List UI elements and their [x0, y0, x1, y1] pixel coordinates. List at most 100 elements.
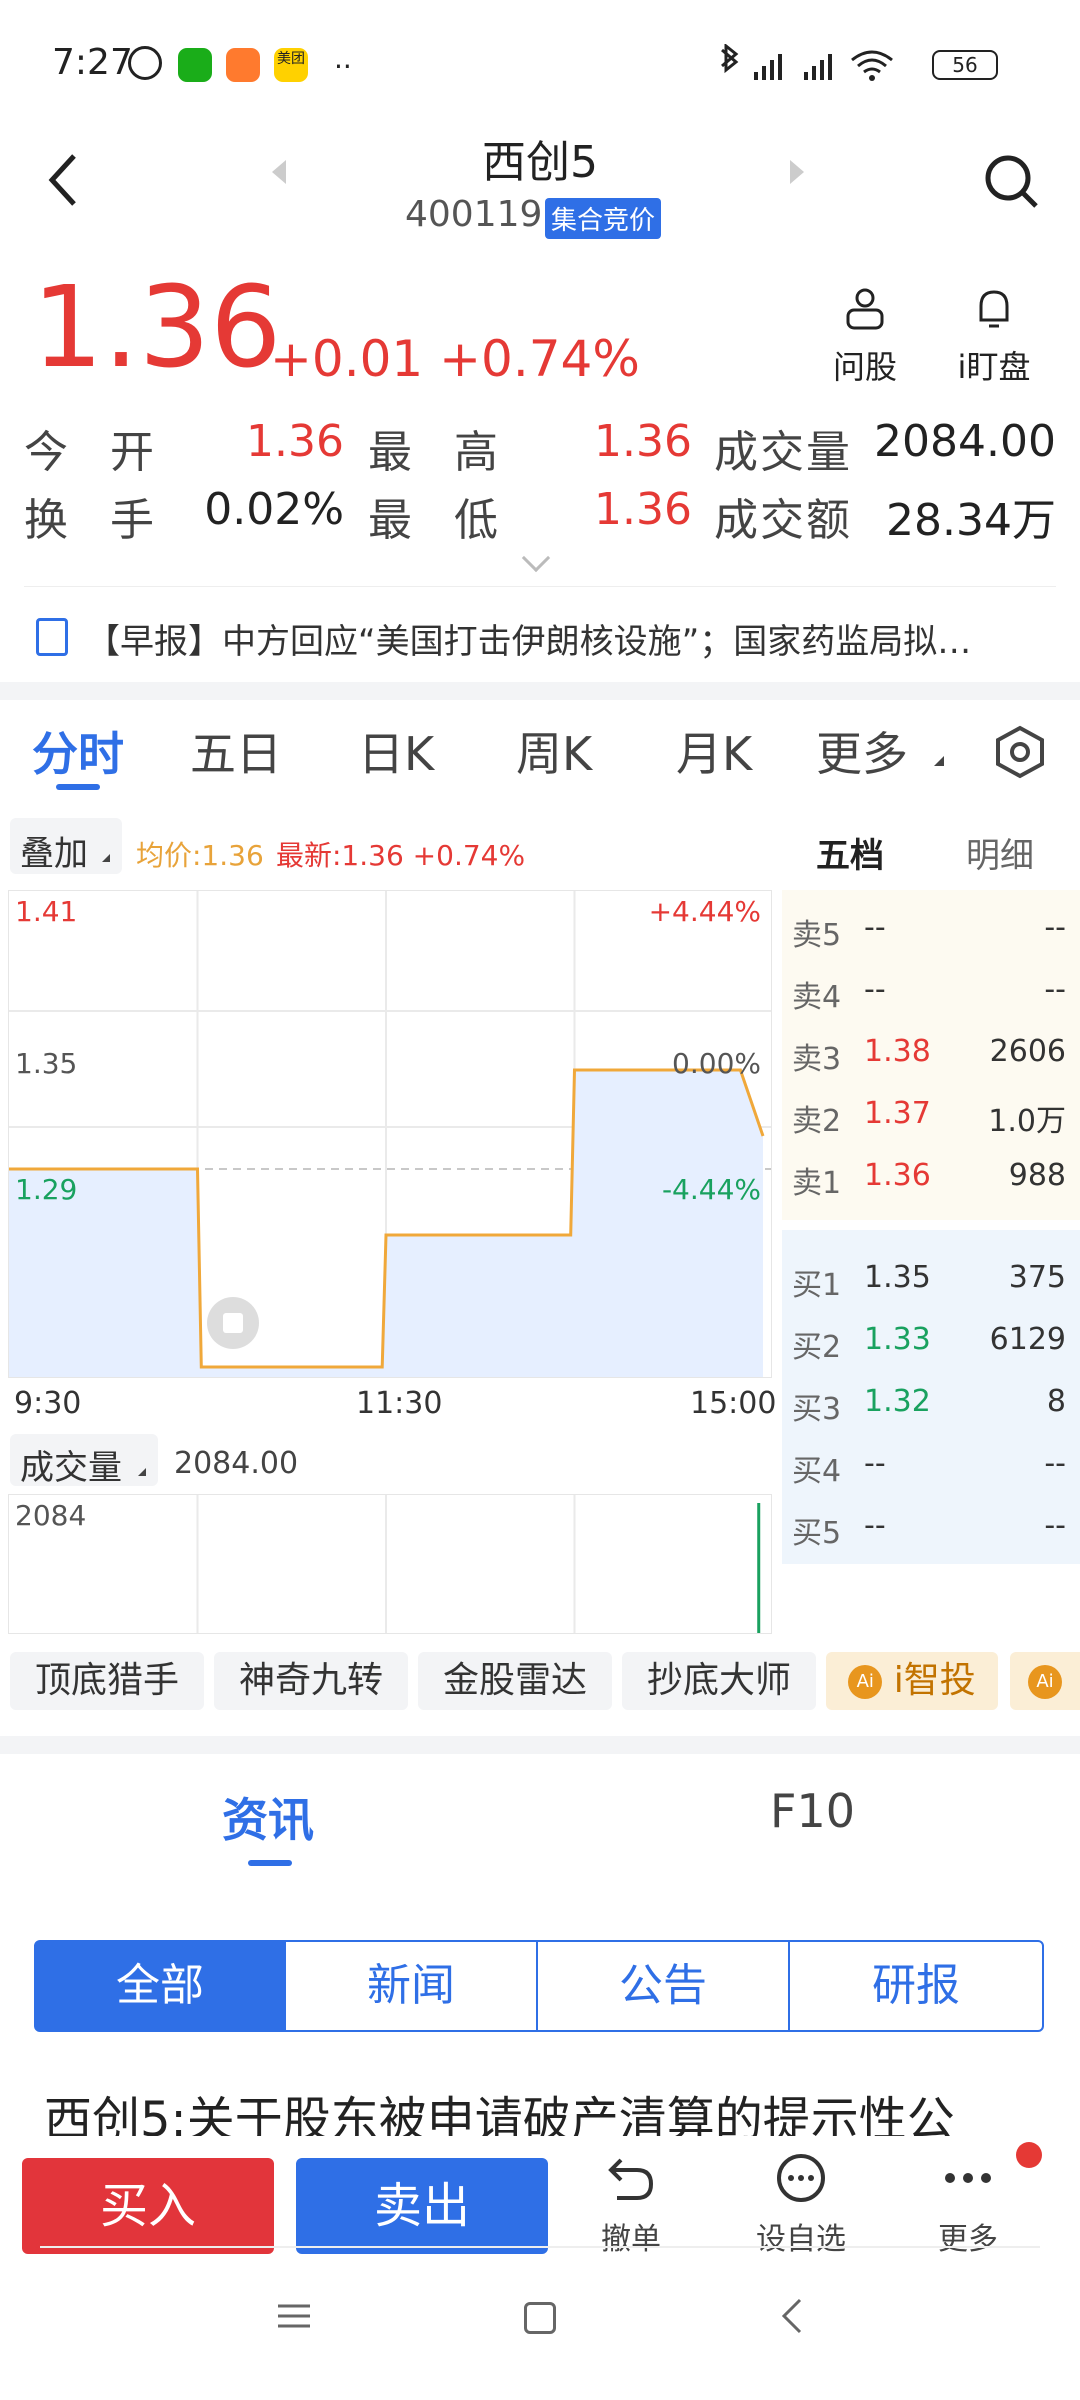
ob-level-label: 买2: [792, 1330, 842, 1365]
tab-order-book[interactable]: 五档: [816, 828, 884, 877]
status-time: 7:27: [52, 42, 133, 83]
ask-row[interactable]: 卖4 -- --: [782, 960, 1080, 1022]
more-dots-icon: [945, 2173, 991, 2183]
x-tick-label: 11:30: [356, 1386, 443, 1421]
tab-daily-k[interactable]: 日K: [358, 718, 434, 784]
ask-row[interactable]: 卖2 1.37 1.0万: [782, 1084, 1080, 1146]
section-divider: [0, 1736, 1080, 1754]
segment-news[interactable]: 新闻: [284, 1940, 538, 2032]
change-amount: +0.01: [270, 330, 424, 388]
add-watchlist-button[interactable]: 设自选: [746, 2150, 856, 2258]
tool-ai-next[interactable]: Ai: [1010, 1652, 1080, 1710]
latest-price: 最新:1.36 +0.74%: [276, 839, 526, 872]
y-tick-label-right: +4.44%: [649, 895, 761, 928]
settings-hexagon-icon[interactable]: [992, 724, 1048, 780]
tool-ai-invest[interactable]: Ai i智投: [826, 1652, 998, 1710]
signal-hd-icon: [754, 54, 782, 80]
tab-more[interactable]: 更多: [816, 718, 908, 784]
tab-trade-detail[interactable]: 明细: [966, 828, 1034, 877]
tool-ai-invest-label: i智投: [893, 1660, 976, 1701]
avg-price: 均价:1.36: [136, 839, 264, 872]
overlay-button[interactable]: 叠加: [10, 818, 122, 874]
article-title[interactable]: 西创5:关于股东被申请破产清算的提示性公: [44, 2080, 1054, 2136]
change-percent: +0.74%: [439, 330, 640, 388]
turnover-label: 换 手: [24, 495, 168, 546]
tool-top-bottom-hunter[interactable]: 顶底猎手: [10, 1652, 204, 1710]
ask-row[interactable]: 卖1 1.36 988: [782, 1146, 1080, 1208]
back-nav-icon[interactable]: [772, 2296, 812, 2336]
ask-row[interactable]: 卖3 1.38 2606: [782, 1022, 1080, 1084]
chat-dots-icon: [777, 2154, 825, 2202]
ask-row[interactable]: 卖5 -- --: [782, 898, 1080, 960]
ob-price: 1.33: [864, 1322, 931, 1357]
buy-button[interactable]: 买入: [22, 2158, 274, 2254]
segment-all[interactable]: 全部: [34, 1940, 286, 2032]
volume-max-label: 2084: [15, 1499, 86, 1532]
intraday-chart[interactable]: 1.41 1.35 1.29 +4.44% 0.00% -4.44%: [8, 890, 772, 1378]
next-stock-icon[interactable]: [790, 160, 804, 184]
bid-row[interactable]: 买1 1.35 375: [782, 1248, 1080, 1310]
ob-volume: 8: [1046, 1384, 1066, 1419]
tool-golden-radar[interactable]: 金股雷达: [418, 1652, 612, 1710]
bid-row[interactable]: 买5 -- --: [782, 1496, 1080, 1558]
document-icon: [36, 618, 68, 656]
menu-icon[interactable]: [274, 2296, 314, 2336]
alarm-icon: [128, 46, 162, 80]
amount-value: 28.34万: [886, 495, 1056, 546]
ob-volume: 6129: [989, 1322, 1066, 1357]
news-ticker[interactable]: 【早报】中方回应“美国打击伊朗核设施”；国家药监局拟…: [0, 600, 1080, 672]
cancel-order-button[interactable]: 撤单: [586, 2150, 676, 2258]
ask-stock-button[interactable]: 问股: [820, 284, 910, 388]
ob-volume: 375: [1008, 1260, 1066, 1295]
bid-row[interactable]: 买4 -- --: [782, 1434, 1080, 1496]
tool-bottom-master[interactable]: 抄底大师: [622, 1652, 816, 1710]
ob-volume: --: [1044, 1446, 1066, 1481]
volume-selector[interactable]: 成交量: [10, 1434, 158, 1488]
bid-row[interactable]: 买2 1.33 6129: [782, 1310, 1080, 1372]
expand-chevron-icon[interactable]: [521, 543, 551, 573]
tab-monthly-k[interactable]: 月K: [676, 718, 752, 784]
tab-f10[interactable]: F10: [770, 1784, 855, 1838]
watch-label: i盯盘: [957, 348, 1031, 386]
tab-five-day[interactable]: 五日: [190, 718, 282, 784]
low-label: 最 低: [368, 495, 512, 546]
ob-volume: --: [1044, 910, 1066, 945]
high-value: 1.36: [594, 416, 692, 467]
tab-intraday[interactable]: 分时: [32, 718, 124, 784]
system-nav-bar: [0, 2250, 1080, 2400]
sell-button[interactable]: 卖出: [296, 2158, 548, 2254]
tab-news-info[interactable]: 资讯: [222, 1784, 314, 1850]
volume-selector-label: 成交量: [20, 1448, 122, 1488]
volume-value: 2084.00: [874, 416, 1056, 467]
divider: [24, 586, 1056, 587]
more-dots-icon: ··: [334, 50, 352, 83]
volume-chart: 2084: [8, 1494, 772, 1634]
shopping-icon: [226, 48, 260, 82]
more-button[interactable]: 更多: [918, 2150, 1018, 2258]
segment-announcements[interactable]: 公告: [536, 1940, 790, 2032]
ob-price: --: [864, 1446, 886, 1481]
tab-underline: [56, 784, 100, 790]
ob-volume: 988: [1008, 1158, 1066, 1193]
tool-magic-nine[interactable]: 神奇九转: [214, 1652, 408, 1710]
search-icon[interactable]: [980, 150, 1044, 214]
section-divider: [0, 682, 1080, 700]
price-change: +0.01 +0.74%: [270, 330, 640, 388]
ob-price: 1.36: [864, 1158, 931, 1193]
ob-price: --: [864, 910, 886, 945]
ob-level-label: 买5: [792, 1516, 842, 1551]
y-tick-label-right: -4.44%: [662, 1173, 761, 1206]
tab-weekly-k[interactable]: 周K: [516, 718, 592, 784]
watch-button[interactable]: i盯盘: [944, 284, 1044, 388]
ob-volume: --: [1044, 972, 1066, 1007]
segment-research[interactable]: 研报: [788, 1940, 1044, 2032]
signal-hd-icon: [804, 54, 832, 80]
bid-row[interactable]: 买3 1.32 8: [782, 1372, 1080, 1434]
ob-level-label: 买3: [792, 1392, 842, 1427]
dropdown-triangle-icon: [138, 1468, 146, 1476]
meituan-icon: 美团: [274, 48, 308, 82]
ob-level-label: 卖2: [792, 1104, 842, 1139]
volume-total: 2084.00: [174, 1446, 299, 1481]
price-line-chart: 1.41 1.35 1.29 +4.44% 0.00% -4.44%: [9, 891, 771, 1377]
home-icon[interactable]: [524, 2302, 556, 2334]
